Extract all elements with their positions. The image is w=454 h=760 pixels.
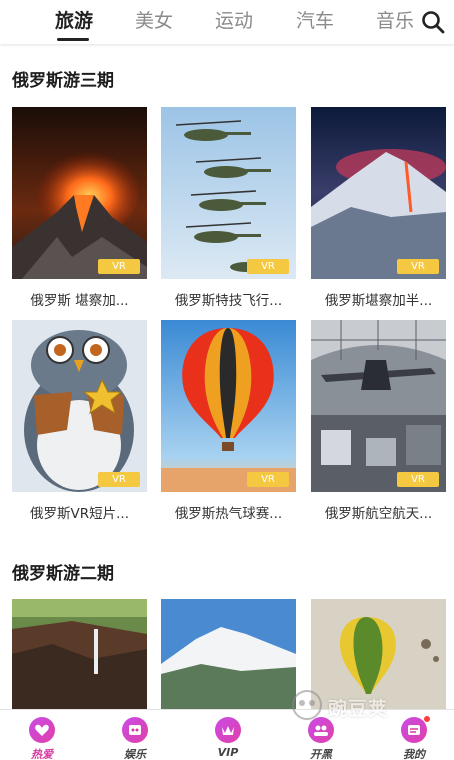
thumbnail-helicopters: VR: [161, 107, 296, 279]
vr-badge: VR: [397, 259, 439, 274]
heart-hand-icon: [29, 717, 55, 743]
section-title-1: 俄罗斯游三期: [12, 71, 114, 91]
nav-item-vip[interactable]: VIP: [198, 710, 258, 760]
thumbnail-cartoon-owl: VR: [12, 320, 147, 492]
tab-travel[interactable]: 旅游: [55, 8, 93, 34]
top-tab-bar: 旅游 美女 运动 汽车 音乐: [0, 0, 454, 44]
thumbnail-erupting-volcano: VR: [12, 107, 147, 279]
vr-badge: VR: [397, 472, 439, 487]
watermark-text: 豌豆荚: [328, 698, 389, 720]
vr-badge: VR: [98, 472, 140, 487]
nav-label: VIP: [217, 746, 239, 759]
nav-item-entertainment[interactable]: 娱乐: [105, 710, 165, 760]
thumbnail-canyon-waterfall: [12, 599, 147, 709]
search-icon[interactable]: [420, 9, 446, 35]
card-caption: 俄罗斯堪察加半...: [324, 293, 433, 309]
thumbnail-aviation-museum: VR: [311, 320, 446, 492]
watermark-logo-icon: [292, 690, 322, 720]
tab-sports[interactable]: 运动: [215, 8, 253, 34]
active-tab-indicator: [57, 38, 89, 41]
card-caption: 俄罗斯VR短片...: [30, 506, 129, 522]
watermark: 豌豆荚: [290, 686, 440, 726]
video-card[interactable]: VR: [161, 107, 296, 279]
vr-badge: VR: [247, 259, 289, 274]
tab-music[interactable]: 音乐: [376, 8, 414, 34]
thumbnail-volcano-night: VR: [311, 107, 446, 279]
nav-label: 娱乐: [124, 748, 146, 760]
nav-item-love[interactable]: 热爱: [12, 710, 72, 760]
video-card[interactable]: VR: [161, 320, 296, 492]
thumbnail-snowy-mountain: [161, 599, 296, 709]
card-caption: 俄罗斯热气球赛...: [174, 506, 283, 522]
nav-label: 我的: [403, 748, 425, 760]
video-card[interactable]: [161, 599, 296, 709]
card-caption: 俄罗斯特技飞行...: [174, 293, 283, 309]
card-caption: 俄罗斯 堪察加...: [30, 293, 129, 309]
video-card[interactable]: VR: [12, 320, 147, 492]
video-card[interactable]: VR: [12, 107, 147, 279]
game-icon: [122, 717, 148, 743]
section-title-2: 俄罗斯游二期: [12, 564, 114, 584]
video-card[interactable]: [12, 599, 147, 709]
tab-cars[interactable]: 汽车: [296, 8, 334, 34]
nav-label: 开黑: [310, 748, 332, 760]
vr-badge: VR: [247, 472, 289, 487]
video-card[interactable]: VR: [311, 320, 446, 492]
nav-label: 热爱: [31, 748, 53, 760]
video-card[interactable]: VR: [311, 107, 446, 279]
tab-beauty[interactable]: 美女: [135, 8, 173, 34]
card-caption: 俄罗斯航空航天...: [324, 506, 433, 522]
vr-badge: VR: [98, 259, 140, 274]
vip-icon: [215, 717, 241, 743]
thumbnail-hot-air-balloon: VR: [161, 320, 296, 492]
